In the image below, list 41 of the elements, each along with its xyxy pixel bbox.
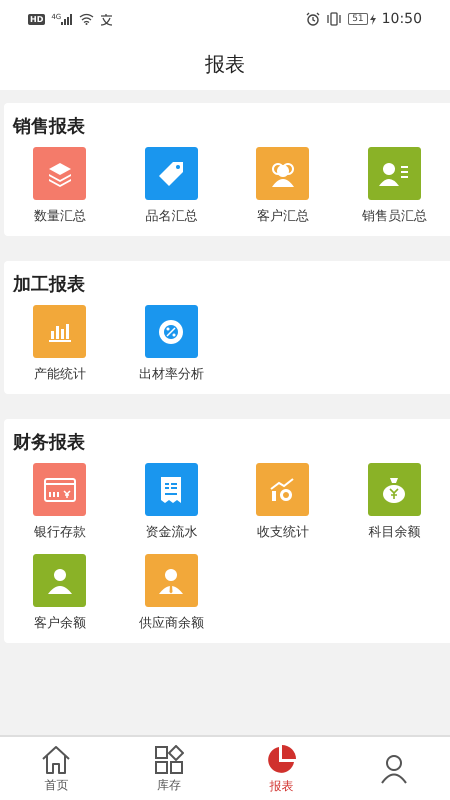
person-list-icon: [379, 162, 410, 186]
percent-icon: [157, 318, 186, 346]
report-shortcut[interactable]: 销售员汇总: [338, 147, 450, 226]
person-icon: [46, 568, 73, 594]
signal-icon: [61, 14, 74, 24]
section-title: 财务报表: [13, 430, 85, 454]
alarm-icon: [306, 12, 320, 26]
hd-badge: HD: [28, 14, 46, 24]
bank-card-icon: [44, 478, 76, 502]
page-title: 报表: [205, 51, 245, 78]
battery-indicator: 51: [348, 13, 368, 25]
person-icon: [378, 754, 409, 784]
layers-icon: [46, 160, 73, 186]
report-shortcut[interactable]: 供应商余额: [116, 554, 227, 633]
section-title: 加工报表: [13, 272, 85, 296]
tag-icon: [157, 160, 186, 188]
wifi-icon: [79, 13, 94, 25]
report-shortcut[interactable]: 客户余额: [4, 554, 116, 633]
tab[interactable]: 报表: [225, 737, 338, 800]
report-shortcut[interactable]: 客户汇总: [227, 147, 338, 226]
person-tie-icon: [158, 568, 184, 594]
grid-shapes-icon: [154, 744, 184, 774]
report-shortcut[interactable]: 产能统计: [4, 305, 116, 384]
money-bag-icon: [381, 476, 408, 504]
section-title: 销售报表: [13, 114, 85, 138]
charging-icon: [370, 14, 376, 24]
report-shortcut[interactable]: 品名汇总: [116, 147, 227, 226]
report-shortcut[interactable]: 银行存款: [4, 463, 116, 542]
report-shortcut[interactable]: 资金流水: [116, 463, 227, 542]
translate-icon: [100, 12, 114, 26]
tab[interactable]: 库存: [112, 737, 225, 800]
tab[interactable]: 首页: [0, 737, 112, 800]
report-shortcut[interactable]: 数量汇总: [4, 147, 116, 226]
pie-chart-icon: [265, 744, 298, 776]
report-shortcut[interactable]: 科目余额: [338, 463, 450, 542]
report-shortcut[interactable]: 出材率分析: [116, 305, 227, 384]
receipt-icon: [160, 476, 182, 504]
vibrate-icon: [326, 12, 342, 26]
clock-time: 10:50: [382, 10, 422, 28]
home-icon: [40, 744, 72, 774]
report-shortcut[interactable]: 收支统计: [227, 463, 338, 542]
